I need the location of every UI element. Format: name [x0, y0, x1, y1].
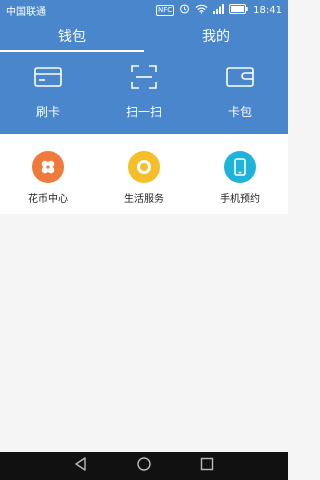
service-phone-booking[interactable]: 手机预约 [192, 134, 288, 214]
card-icon [33, 64, 63, 93]
card-wallet-button[interactable]: 卡包 [192, 52, 288, 134]
card-wallet-label: 卡包 [227, 105, 252, 119]
carrier-label: 中国联通 [6, 6, 46, 18]
service-life-label: 生活服务 [124, 194, 164, 205]
service-life[interactable]: 生活服务 [96, 134, 192, 214]
status-bar: 中国联通 NFC 18:41 [0, 0, 288, 20]
ring-icon [128, 151, 160, 183]
tab-bar: 钱包 我的 [0, 20, 288, 52]
service-flower-coin[interactable]: 花币中心 [0, 134, 96, 214]
tab-wallet[interactable]: 钱包 [0, 20, 144, 52]
services-grid: 花币中心 生活服务 手机预约 [0, 134, 288, 214]
battery-icon [229, 3, 248, 17]
nfc-icon: NFC [156, 4, 175, 16]
wallet-icon [225, 64, 255, 93]
tab-mine-label: 我的 [202, 29, 230, 45]
wifi-icon [195, 4, 208, 17]
quick-actions: 刷卡 扫一扫 卡包 [0, 52, 288, 134]
back-icon[interactable] [73, 456, 89, 476]
swipe-card-button[interactable]: 刷卡 [0, 52, 96, 134]
phone-icon [224, 151, 256, 183]
status-icons: NFC 18:41 [156, 3, 282, 17]
recent-apps-icon[interactable] [199, 456, 215, 476]
scan-label: 扫一扫 [125, 105, 162, 119]
alarm-clock-icon [179, 3, 190, 17]
clock-time: 18:41 [253, 4, 282, 16]
tab-wallet-label: 钱包 [58, 29, 86, 45]
system-nav-bar [0, 452, 288, 480]
scan-button[interactable]: 扫一扫 [96, 52, 192, 134]
home-icon[interactable] [136, 456, 152, 476]
service-phone-booking-label: 手机预约 [220, 194, 260, 205]
flower-coin-icon [32, 151, 64, 183]
signal-icon [213, 3, 225, 17]
tab-mine[interactable]: 我的 [144, 20, 288, 52]
scan-icon [129, 64, 159, 93]
swipe-card-label: 刷卡 [35, 105, 60, 119]
service-flower-coin-label: 花币中心 [28, 194, 68, 205]
